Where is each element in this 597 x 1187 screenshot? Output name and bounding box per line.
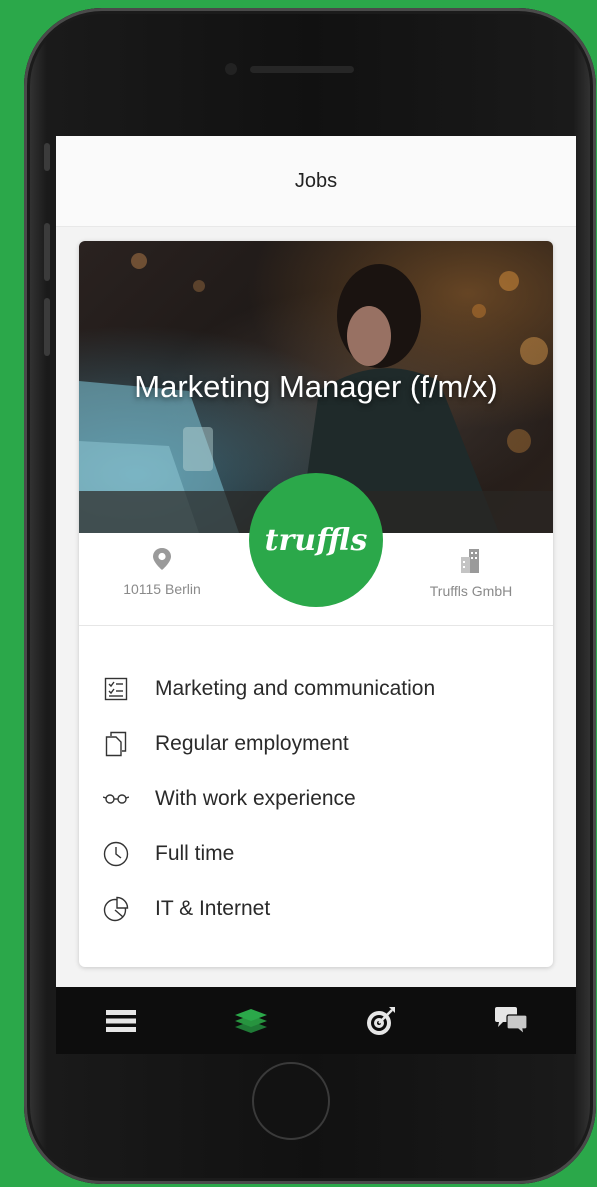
tab-chat[interactable] bbox=[481, 991, 541, 1051]
attribute-item: Full time bbox=[101, 826, 541, 881]
glasses-icon bbox=[101, 784, 131, 814]
home-button[interactable] bbox=[252, 1062, 330, 1140]
page-title: Jobs bbox=[294, 169, 338, 192]
location-item: 10115 Berlin bbox=[107, 547, 217, 597]
pie-chart-icon bbox=[101, 894, 131, 924]
attribute-label: Regular employment bbox=[155, 731, 349, 755]
tab-jobs[interactable] bbox=[221, 991, 281, 1051]
location-pin-icon bbox=[153, 548, 171, 570]
bottom-tab-bar bbox=[56, 987, 576, 1054]
menu-icon bbox=[106, 1009, 136, 1032]
attribute-label: Full time bbox=[155, 841, 235, 865]
layers-icon bbox=[235, 1008, 267, 1033]
job-card[interactable]: Marketing Manager (f/m/x) 10115 Berlin T… bbox=[79, 241, 553, 967]
volume-up-button bbox=[44, 223, 50, 281]
attribute-item: With work experience bbox=[101, 771, 541, 826]
building-icon bbox=[461, 549, 479, 573]
company-item: Truffls GmbH bbox=[411, 547, 531, 599]
company-logo-text: truffls bbox=[264, 522, 368, 558]
chat-icon bbox=[495, 1006, 528, 1036]
tab-menu[interactable] bbox=[91, 991, 151, 1051]
front-camera bbox=[225, 63, 237, 75]
target-icon bbox=[367, 1006, 395, 1035]
attribute-item: Regular employment bbox=[101, 716, 541, 771]
mute-switch bbox=[44, 143, 50, 171]
company-text: Truffls GmbH bbox=[429, 583, 513, 599]
attribute-label: Marketing and communication bbox=[155, 676, 436, 700]
location-text: 10115 Berlin bbox=[123, 581, 201, 597]
attribute-item: Marketing and communication bbox=[101, 661, 541, 716]
job-attributes-list: Marketing and communication Regular empl… bbox=[101, 661, 541, 936]
attribute-item: IT & Internet bbox=[101, 881, 541, 936]
job-title: Marketing Manager (f/m/x) bbox=[134, 369, 498, 404]
tab-matches[interactable] bbox=[351, 991, 411, 1051]
content-area: Marketing Manager (f/m/x) 10115 Berlin T… bbox=[56, 227, 576, 987]
clock-icon bbox=[101, 839, 131, 869]
company-logo: truffls bbox=[249, 473, 383, 607]
app-screen: Jobs Marketing Manager (f/m/x) 10115 Ber… bbox=[56, 136, 576, 1054]
earpiece-speaker bbox=[250, 66, 354, 73]
checklist-icon bbox=[101, 674, 131, 704]
attribute-label: With work experience bbox=[155, 786, 356, 810]
attribute-label: IT & Internet bbox=[155, 896, 271, 920]
volume-down-button bbox=[44, 298, 50, 356]
document-icon bbox=[101, 729, 131, 759]
nav-header: Jobs bbox=[56, 136, 576, 227]
